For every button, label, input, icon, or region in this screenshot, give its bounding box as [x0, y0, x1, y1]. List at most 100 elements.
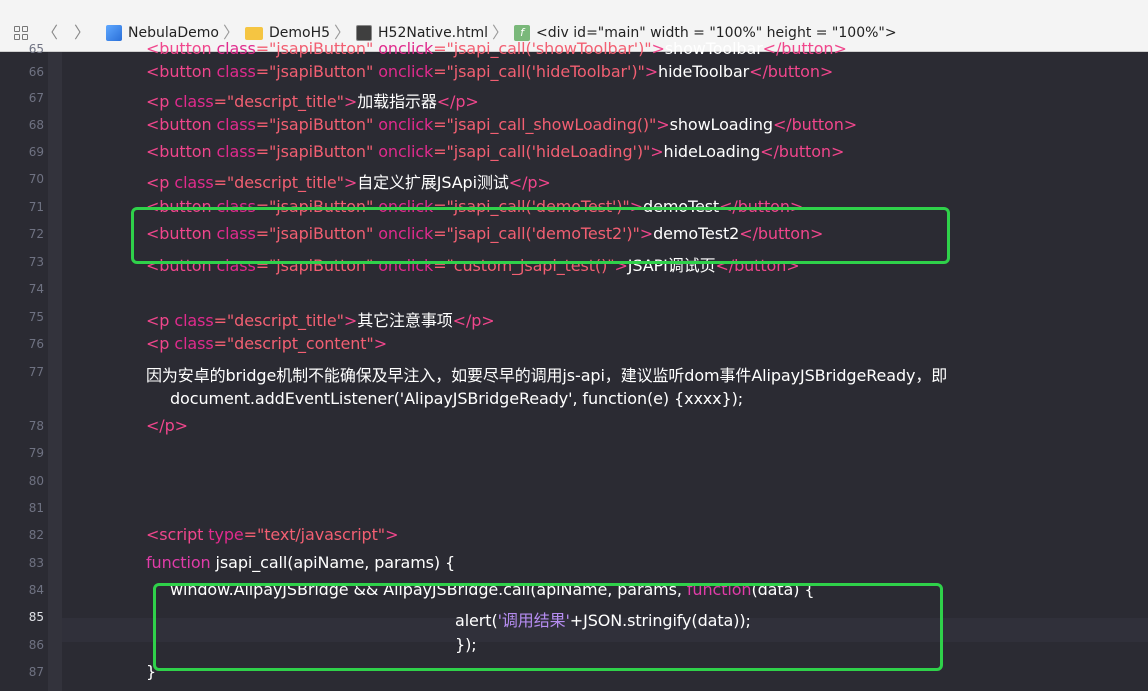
code-token: document.addEventListener('AlipayJSBridg…: [170, 389, 744, 408]
code-token: "descript_content": [226, 334, 374, 353]
line-number: 67: [28, 91, 44, 105]
code-token: function: [146, 553, 211, 572]
code-token: onclick: [378, 62, 434, 81]
code-token: "descript_title": [226, 92, 344, 111]
line-number: 77: [28, 365, 44, 379]
code-token: class: [216, 62, 256, 81]
code-token: "jsapi_call_showLoading()": [446, 115, 657, 134]
code-token: class: [174, 92, 214, 111]
code-line: <p class="descript_content">: [146, 334, 387, 353]
code-token: onclick: [378, 39, 434, 58]
code-token: >: [385, 525, 399, 544]
code-token: type: [208, 525, 244, 544]
code-token: onclick: [378, 115, 434, 134]
code-line: <p class="descript_title">加载指示器</p>: [146, 88, 479, 112]
back-chevron-icon[interactable]: 〈: [42, 25, 58, 41]
code-token: >: [373, 334, 387, 353]
line-number: 69: [28, 145, 44, 159]
line-number: 81: [28, 501, 44, 515]
code-token: </button>: [762, 39, 847, 58]
code-token: >: [343, 92, 358, 111]
code-token: <button: [146, 39, 212, 58]
code-token: "jsapiButton": [269, 115, 374, 134]
line-number: 66: [28, 65, 44, 79]
code-token: <button: [146, 62, 212, 81]
code-line: </p>: [146, 416, 188, 435]
code-token: hideLoading: [663, 142, 761, 161]
code-token: >: [650, 142, 664, 161]
code-token: "jsapi_call('hideToolbar')": [446, 62, 645, 81]
code-token: </p>: [452, 311, 495, 330]
line-number: 65: [28, 42, 44, 56]
code-line: document.addEventListener('AlipayJSBridg…: [170, 389, 743, 408]
code-token: "descript_title": [226, 311, 344, 330]
line-number: 73: [28, 255, 44, 269]
code-token: class: [174, 334, 214, 353]
highlight-box-demo-buttons: [131, 207, 950, 264]
folder-icon: [244, 26, 263, 40]
code-token: </p>: [146, 416, 188, 435]
code-line: <button class="jsapiButton" onclick="jsa…: [146, 142, 844, 161]
code-token: <p: [146, 173, 170, 192]
code-line: <button class="jsapiButton" onclick="jsa…: [146, 115, 857, 134]
code-line: <button class="jsapiButton" onclick="jsa…: [146, 39, 847, 58]
code-token: "text/javascript": [256, 525, 386, 544]
code-token: </p>: [508, 173, 551, 192]
code-token: >: [343, 311, 358, 330]
code-token: class: [174, 311, 214, 330]
code-token: 其它注意事项: [357, 311, 453, 330]
gutter-ribbon: [48, 52, 62, 691]
code-token: "jsapiButton": [269, 142, 374, 161]
line-number: 71: [28, 200, 44, 214]
code-token: "jsapiButton": [269, 39, 374, 58]
code-token: "jsapi_call('hideLoading')": [446, 142, 651, 161]
code-line: <button class="jsapiButton" onclick="jsa…: [146, 62, 833, 81]
highlight-box-bridge-call: [153, 583, 943, 671]
line-number: 83: [28, 556, 44, 570]
code-token: jsapi_call(apiName, params) {: [210, 553, 456, 572]
line-number: 86: [28, 638, 44, 652]
code-token: "descript_title": [226, 173, 344, 192]
code-token: class: [174, 173, 214, 192]
code-token: "jsapiButton": [269, 62, 374, 81]
code-token: </button>: [749, 62, 834, 81]
code-token: =: [433, 62, 447, 81]
code-token: >: [343, 173, 358, 192]
code-token: =: [213, 334, 227, 353]
code-token: <p: [146, 92, 170, 111]
line-number: 75: [28, 310, 44, 324]
code-token: 因为安卓的bridge机制不能确保及早注入，如要尽早的调用js-api，建议监听…: [146, 366, 948, 385]
code-token: class: [216, 115, 256, 134]
line-number: 85: [28, 610, 44, 624]
code-token: >: [651, 39, 665, 58]
code-token: >: [656, 115, 670, 134]
code-token: class: [216, 39, 256, 58]
line-number: 79: [28, 446, 44, 460]
code-token: </button>: [760, 142, 845, 161]
code-token: "jsapi_call('showToolbar')": [446, 39, 652, 58]
forward-chevron-icon[interactable]: 〉: [74, 25, 90, 41]
code-token: =: [433, 39, 447, 58]
code-token: =: [255, 62, 270, 81]
code-token: >: [644, 62, 659, 81]
code-token: =: [255, 115, 270, 134]
line-number: 80: [28, 474, 44, 488]
code-token: 加载指示器: [357, 92, 437, 111]
line-number: 87: [28, 665, 44, 679]
related-items-grid-icon[interactable]: [14, 26, 28, 40]
code-token: =: [213, 173, 227, 192]
code-token: </button>: [773, 115, 858, 134]
line-number: 82: [28, 528, 44, 542]
code-line: <p class="descript_title">自定义扩展JSApi测试</…: [146, 169, 551, 193]
code-token: <button: [146, 142, 212, 161]
code-line: <script type="text/javascript">: [146, 525, 398, 544]
code-line: <p class="descript_title">其它注意事项</p>: [146, 307, 495, 331]
code-token: onclick: [378, 142, 434, 161]
code-token: <p: [146, 311, 170, 330]
code-token: <script: [146, 525, 204, 544]
code-token: <p: [146, 334, 170, 353]
code-token: =: [433, 142, 447, 161]
code-token: <button: [146, 115, 212, 134]
line-number: 72: [28, 227, 44, 241]
code-token: =: [255, 142, 270, 161]
